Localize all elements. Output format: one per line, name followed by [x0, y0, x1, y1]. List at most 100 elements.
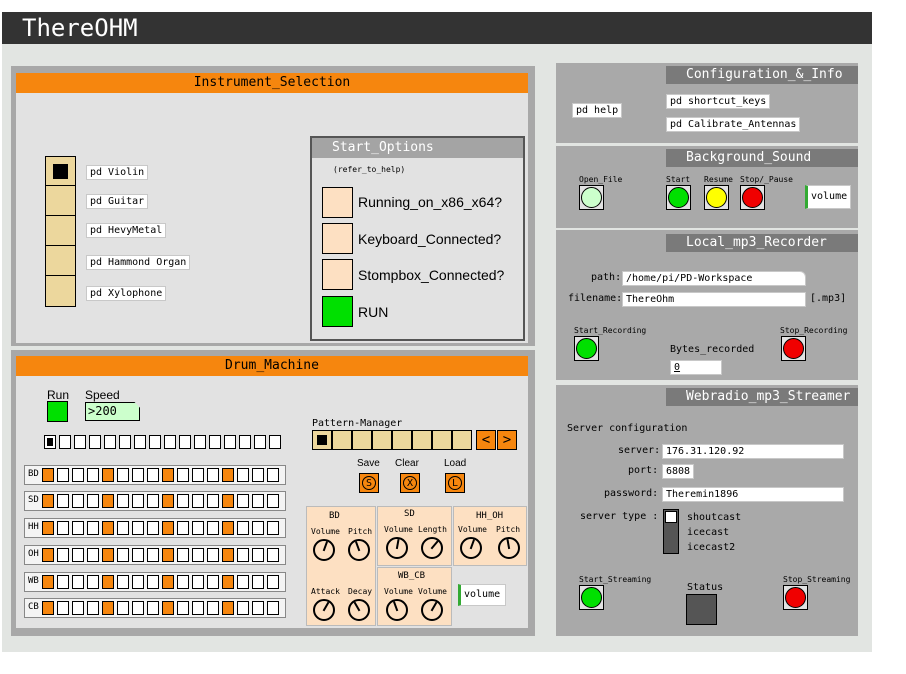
drum-step-toggle[interactable] — [177, 575, 189, 589]
drum-step-toggle[interactable] — [57, 494, 69, 508]
pd-help[interactable]: pd help — [572, 103, 623, 118]
drum-step-toggle[interactable] — [117, 468, 129, 482]
drum-step-toggle[interactable] — [207, 521, 219, 535]
drum-step-toggle[interactable] — [57, 548, 69, 562]
drum-step-toggle[interactable] — [72, 601, 84, 615]
pd-calibrate-antennas[interactable]: pd Calibrate_Antennas — [666, 117, 801, 132]
drum-step-toggle[interactable] — [72, 494, 84, 508]
drum-step-toggle[interactable] — [192, 468, 204, 482]
pd-shortcut-keys[interactable]: pd shortcut_keys — [666, 94, 771, 109]
drum-step-toggle[interactable] — [102, 521, 114, 535]
drum-step-toggle[interactable] — [207, 575, 219, 589]
drum-step-toggle[interactable] — [237, 494, 249, 508]
run-toggle[interactable] — [322, 296, 353, 327]
drum-step-toggle[interactable] — [147, 575, 159, 589]
radio-cell-violin[interactable] — [45, 156, 76, 186]
x86-toggle[interactable] — [322, 187, 353, 218]
pattern-prev-button[interactable]: < — [476, 430, 496, 450]
start-recording-bang[interactable] — [574, 336, 599, 361]
drum-run-toggle[interactable] — [47, 401, 68, 422]
radio-cell-guitar[interactable] — [45, 185, 76, 216]
load-button[interactable]: L — [445, 473, 465, 493]
drum-step-toggle[interactable] — [147, 548, 159, 562]
drum-step-toggle[interactable] — [42, 521, 54, 535]
resume-bang[interactable] — [704, 185, 729, 210]
drum-step-toggle[interactable] — [207, 468, 219, 482]
drum-step-toggle[interactable] — [267, 521, 279, 535]
drum-step-toggle[interactable] — [207, 494, 219, 508]
bd-decay-knob[interactable] — [348, 599, 370, 621]
pd-hammond-organ[interactable]: pd Hammond Organ — [86, 255, 191, 270]
drum-step-toggle[interactable] — [207, 548, 219, 562]
pattern-slot[interactable] — [392, 430, 412, 450]
radio-cell-hammond[interactable] — [45, 245, 76, 276]
drum-step-toggle[interactable] — [222, 521, 234, 535]
drum-step-toggle[interactable] — [132, 601, 144, 615]
drum-step-toggle[interactable] — [252, 601, 264, 615]
pattern-slot[interactable] — [312, 430, 332, 450]
path-field[interactable]: /home/pi/PD-Workspace — [622, 271, 806, 286]
drum-step-toggle[interactable] — [222, 601, 234, 615]
drum-step-toggle[interactable] — [132, 468, 144, 482]
start-bang[interactable] — [666, 185, 691, 210]
pattern-slot[interactable] — [432, 430, 452, 450]
drum-step-toggle[interactable] — [162, 575, 174, 589]
drum-step-toggle[interactable] — [162, 494, 174, 508]
drum-step-toggle[interactable] — [117, 601, 129, 615]
bg-volume-button[interactable]: volume — [805, 185, 851, 209]
drum-step-toggle[interactable] — [252, 521, 264, 535]
radio-cell-hevymetal[interactable] — [45, 215, 76, 246]
bd-volume-knob[interactable] — [313, 539, 335, 561]
drum-step-toggle[interactable] — [72, 521, 84, 535]
drum-step-toggle[interactable] — [102, 548, 114, 562]
radio-cell-xylophone[interactable] — [45, 275, 76, 307]
drum-step-toggle[interactable] — [117, 521, 129, 535]
drum-step-toggle[interactable] — [72, 468, 84, 482]
drum-step-toggle[interactable] — [252, 548, 264, 562]
drum-step-toggle[interactable] — [87, 548, 99, 562]
drum-step-toggle[interactable] — [162, 601, 174, 615]
drum-step-toggle[interactable] — [42, 468, 54, 482]
drum-volume-button[interactable]: volume — [458, 584, 506, 606]
hhoh-volume-knob[interactable] — [460, 537, 482, 559]
drum-step-toggle[interactable] — [267, 468, 279, 482]
drum-step-toggle[interactable] — [117, 575, 129, 589]
drum-step-toggle[interactable] — [132, 521, 144, 535]
drum-step-toggle[interactable] — [42, 575, 54, 589]
drum-step-toggle[interactable] — [42, 548, 54, 562]
drum-step-toggle[interactable] — [57, 521, 69, 535]
drum-step-toggle[interactable] — [252, 468, 264, 482]
drum-step-toggle[interactable] — [177, 548, 189, 562]
instrument-radio[interactable] — [45, 156, 76, 307]
open-file-bang[interactable] — [579, 185, 604, 210]
drum-step-toggle[interactable] — [192, 575, 204, 589]
drum-step-toggle[interactable] — [57, 601, 69, 615]
drum-step-toggle[interactable] — [192, 521, 204, 535]
hhoh-pitch-knob[interactable] — [498, 537, 520, 559]
pd-xylophone[interactable]: pd Xylophone — [86, 286, 167, 301]
drum-step-toggle[interactable] — [207, 601, 219, 615]
drum-step-toggle[interactable] — [177, 521, 189, 535]
drum-step-toggle[interactable] — [252, 575, 264, 589]
pattern-next-button[interactable]: > — [497, 430, 517, 450]
pd-violin[interactable]: pd Violin — [86, 165, 149, 180]
drum-step-toggle[interactable] — [222, 548, 234, 562]
pattern-manager-bar[interactable] — [312, 430, 474, 450]
drum-step-toggle[interactable] — [237, 601, 249, 615]
password-field[interactable]: Theremin1896 — [662, 487, 844, 502]
drum-step-toggle[interactable] — [117, 494, 129, 508]
drum-step-toggle[interactable] — [162, 521, 174, 535]
drum-step-toggle[interactable] — [147, 494, 159, 508]
drum-step-toggle[interactable] — [132, 548, 144, 562]
pd-hevymetal[interactable]: pd HevyMetal — [86, 223, 167, 238]
pattern-slot[interactable] — [352, 430, 372, 450]
stop-streaming-bang[interactable] — [783, 585, 808, 610]
drum-step-toggle[interactable] — [177, 468, 189, 482]
stop-pause-bang[interactable] — [740, 185, 765, 210]
drum-step-toggle[interactable] — [237, 468, 249, 482]
pd-guitar[interactable]: pd Guitar — [86, 194, 149, 209]
drum-step-toggle[interactable] — [162, 548, 174, 562]
drum-step-toggle[interactable] — [132, 575, 144, 589]
drum-step-toggle[interactable] — [102, 575, 114, 589]
wb-volume-knob[interactable] — [386, 599, 408, 621]
